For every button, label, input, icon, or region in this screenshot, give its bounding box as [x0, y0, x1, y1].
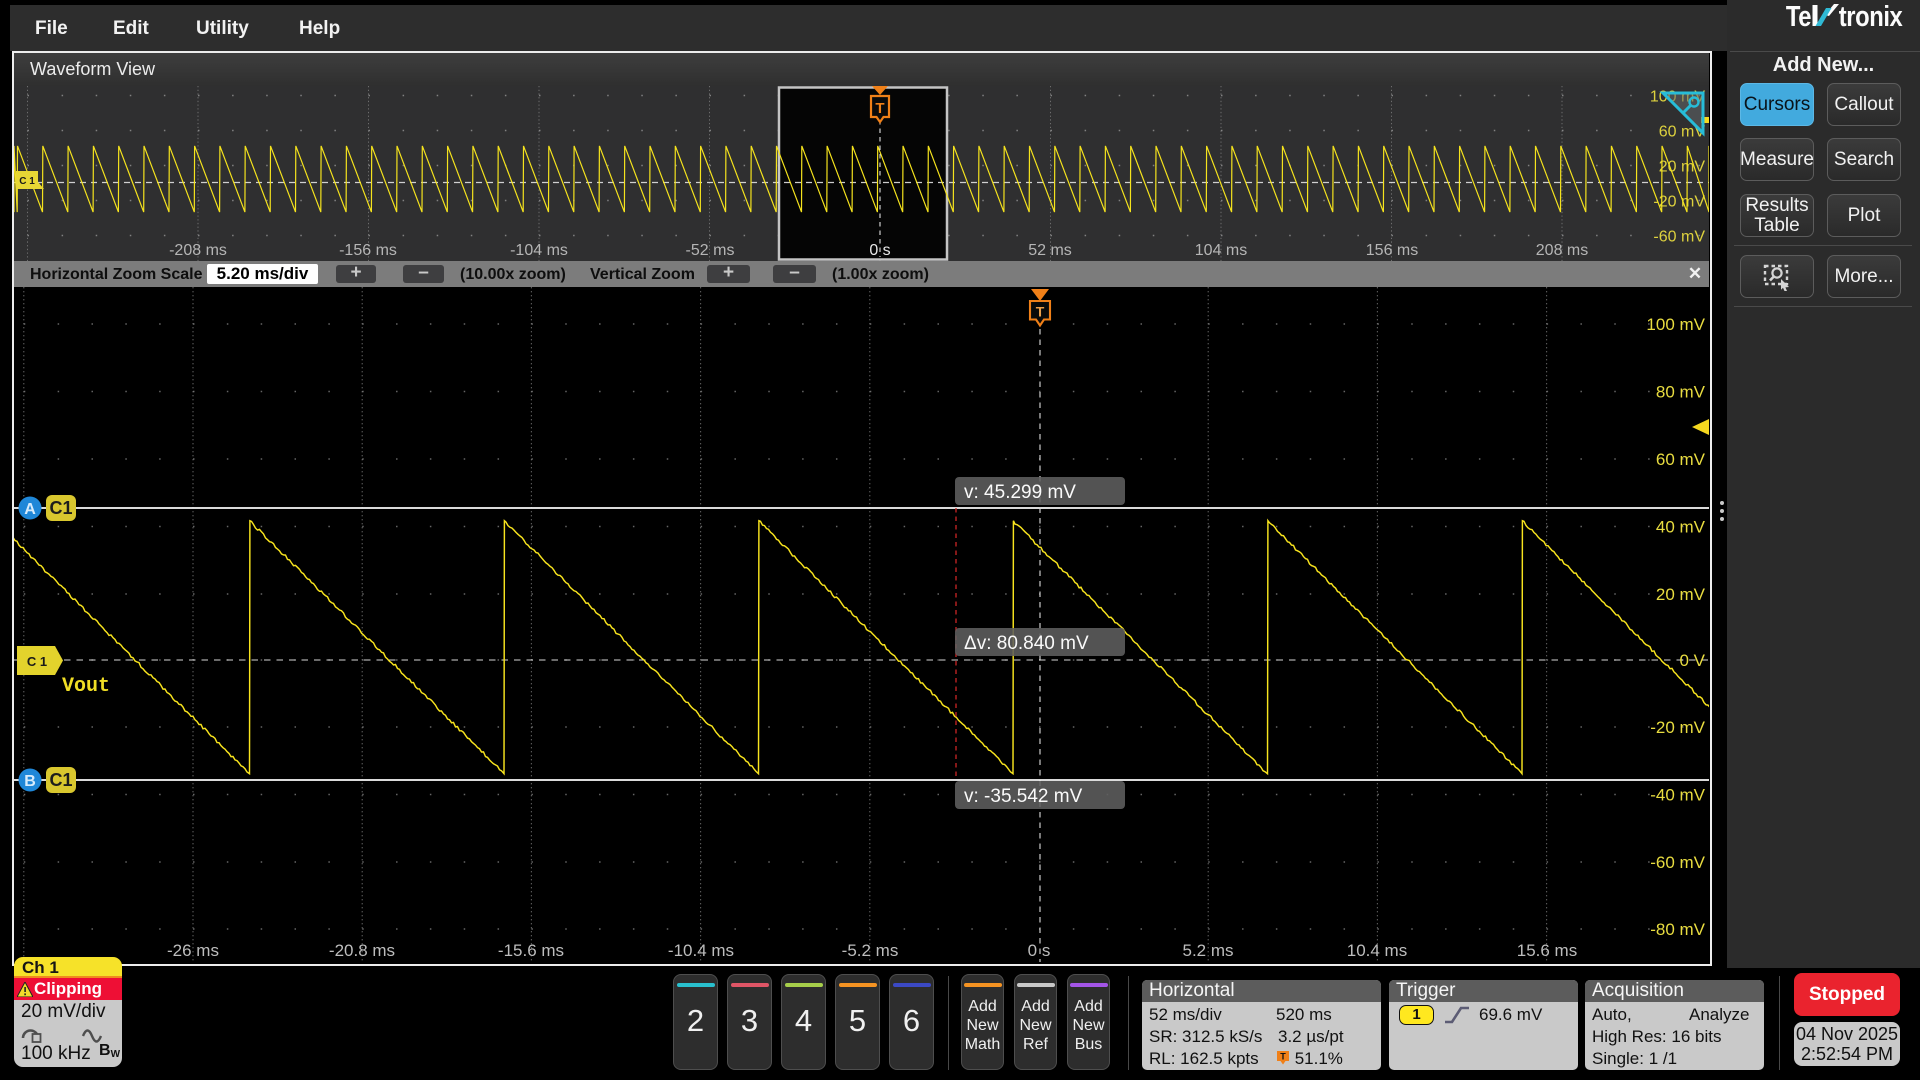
- svg-text:-104 ms: -104 ms: [510, 242, 568, 259]
- svg-text:60 mV: 60 mV: [1656, 450, 1706, 469]
- svg-text:T: T: [1280, 1052, 1286, 1062]
- svg-text:15.6 ms: 15.6 ms: [1517, 941, 1577, 960]
- svg-text:-60 mV: -60 mV: [1650, 853, 1705, 872]
- svg-text:20 mV: 20 mV: [1659, 159, 1706, 176]
- svg-text:C1: C1: [49, 770, 72, 790]
- svg-text:A: A: [24, 501, 36, 518]
- svg-text:-15.6 ms: -15.6 ms: [498, 941, 564, 960]
- svg-text:100 mV: 100 mV: [1646, 315, 1705, 334]
- svg-text:104 ms: 104 ms: [1195, 242, 1247, 259]
- svg-text:-208 ms: -208 ms: [169, 242, 227, 259]
- svg-text:Vout: Vout: [62, 675, 110, 698]
- svg-text:-80 mV: -80 mV: [1650, 920, 1705, 939]
- svg-text:v: 45.299 mV: v: 45.299 mV: [964, 482, 1076, 503]
- svg-text:T: T: [875, 100, 884, 117]
- svg-text:0 s: 0 s: [1028, 941, 1051, 960]
- svg-text:156 ms: 156 ms: [1366, 242, 1418, 259]
- svg-text:-60 mV: -60 mV: [1653, 229, 1705, 246]
- svg-text:-20 mV: -20 mV: [1650, 718, 1705, 737]
- svg-text:Te: Te: [1786, 0, 1811, 32]
- svg-text:C 1: C 1: [19, 176, 35, 187]
- svg-text:80 mV: 80 mV: [1656, 383, 1706, 402]
- svg-text:-20.8 ms: -20.8 ms: [329, 941, 395, 960]
- svg-text:-52 ms: -52 ms: [686, 242, 735, 259]
- svg-text:-26 ms: -26 ms: [167, 941, 219, 960]
- svg-text:52 ms: 52 ms: [1028, 242, 1072, 259]
- svg-text:-10.4 ms: -10.4 ms: [668, 941, 734, 960]
- svg-text:C 1: C 1: [27, 654, 47, 669]
- svg-text:C1: C1: [49, 498, 72, 518]
- svg-text:T: T: [1036, 304, 1045, 320]
- svg-text:10.4 ms: 10.4 ms: [1347, 941, 1407, 960]
- svg-text:B: B: [24, 773, 36, 790]
- svg-text:20 mV: 20 mV: [1656, 585, 1706, 604]
- svg-text:-40 mV: -40 mV: [1650, 786, 1705, 805]
- svg-text:0 V: 0 V: [1679, 651, 1705, 670]
- svg-text:tronix: tronix: [1839, 0, 1903, 32]
- svg-text:5.2 ms: 5.2 ms: [1182, 941, 1233, 960]
- svg-text:40 mV: 40 mV: [1656, 518, 1706, 537]
- svg-text:208 ms: 208 ms: [1536, 242, 1588, 259]
- svg-text:-5.2 ms: -5.2 ms: [842, 941, 899, 960]
- svg-text:Δv: 80.840 mV: Δv: 80.840 mV: [964, 633, 1089, 654]
- svg-text:v: -35.542 mV: v: -35.542 mV: [964, 786, 1083, 807]
- svg-text:-156 ms: -156 ms: [339, 242, 397, 259]
